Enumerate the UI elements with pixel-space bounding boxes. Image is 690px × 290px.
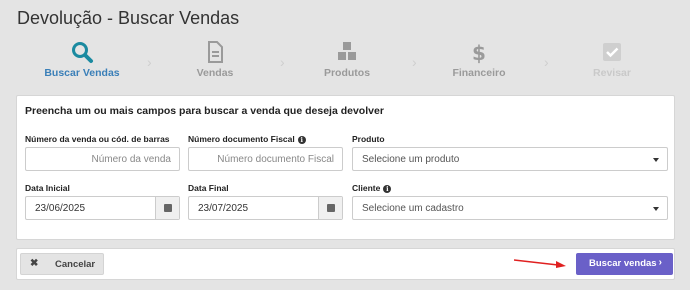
numero-documento-input[interactable]: Número documento Fiscal — [188, 147, 343, 171]
chevron-right-icon: › — [280, 54, 285, 70]
stepper: Buscar Vendas › Vendas › Produtos › $ Fi… — [0, 40, 690, 82]
step-label: Financeiro — [452, 67, 506, 79]
info-icon[interactable]: i — [297, 136, 306, 144]
data-inicial-label: Data Inicial — [25, 183, 70, 193]
step-buscar-vendas[interactable]: Buscar Vendas — [37, 40, 127, 79]
boxes-icon — [338, 42, 356, 60]
chevron-right-icon: › — [412, 54, 417, 70]
data-inicial-input[interactable]: 23/06/2025 — [25, 196, 180, 220]
cliente-label: Cliente i — [352, 183, 392, 193]
data-final-label: Data Final — [188, 183, 229, 193]
checkbox-icon — [603, 43, 621, 61]
step-label: Vendas — [196, 67, 234, 79]
numero-venda-input[interactable]: Número da venda — [25, 147, 180, 171]
calendar-button[interactable] — [318, 197, 342, 219]
document-icon — [208, 41, 223, 63]
data-final-input[interactable]: 23/07/2025 — [188, 196, 343, 220]
search-form-panel: Preencha um ou mais campos para buscar a… — [16, 95, 675, 240]
step-label: Buscar Vendas — [44, 67, 120, 79]
step-revisar: Revisar — [567, 40, 657, 79]
calendar-button[interactable] — [155, 197, 179, 219]
cliente-select[interactable]: Selecione um cadastro — [352, 196, 668, 220]
step-label: Revisar — [593, 67, 631, 79]
annotation-arrow-icon — [514, 259, 566, 268]
chevron-right-icon: › — [147, 54, 152, 70]
form-title: Preencha um ou mais campos para buscar a… — [25, 105, 384, 117]
step-produtos[interactable]: Produtos — [302, 40, 392, 79]
produto-select[interactable]: Selecione um produto — [352, 147, 668, 171]
produto-label: Produto — [352, 134, 385, 144]
svg-text:$: $ — [472, 41, 486, 64]
caret-down-icon — [653, 207, 659, 211]
chevron-right-icon: › — [658, 257, 662, 268]
calendar-icon — [164, 204, 172, 212]
numero-venda-label: Número da venda ou cód. de barras — [25, 134, 170, 144]
cancel-button[interactable]: ✖ Cancelar — [20, 253, 104, 275]
step-vendas[interactable]: Vendas — [170, 40, 260, 79]
dollar-icon: $ — [472, 41, 486, 64]
close-icon: ✖ — [30, 258, 39, 269]
numero-documento-label: Número documento Fiscal i — [188, 134, 306, 144]
form-footer: ✖ Cancelar Buscar vendas › — [16, 248, 675, 280]
page-title: Devolução - Buscar Vendas — [17, 8, 240, 28]
search-icon — [72, 42, 93, 63]
info-icon[interactable]: i — [383, 185, 392, 193]
search-sales-button[interactable]: Buscar vendas › — [576, 253, 673, 275]
caret-down-icon — [653, 158, 659, 162]
step-financeiro[interactable]: $ Financeiro — [434, 40, 524, 79]
step-label: Produtos — [323, 67, 371, 79]
chevron-right-icon: › — [544, 54, 549, 70]
calendar-icon — [327, 204, 335, 212]
